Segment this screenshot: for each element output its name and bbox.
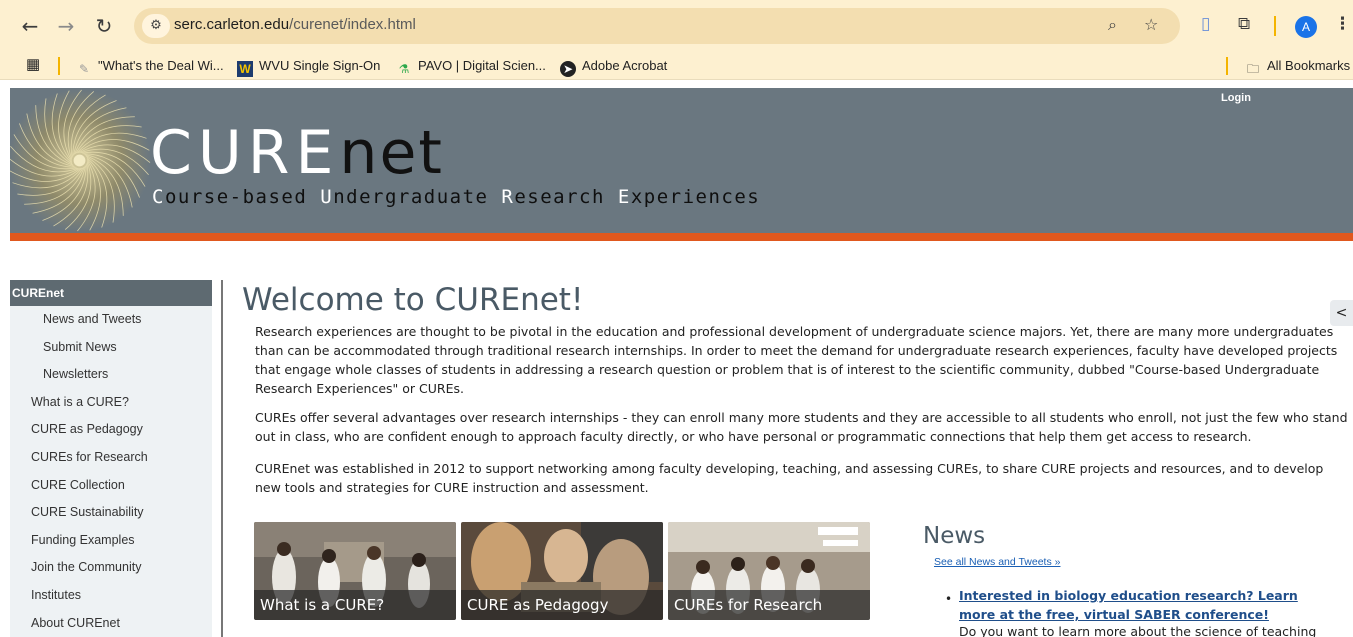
bookmark-item-1[interactable]: W WVU Single Sign-On (237, 58, 380, 77)
tile-caption: CURE as Pedagogy (461, 590, 663, 620)
tile-cure-as-pedagogy[interactable]: CURE as Pedagogy (461, 522, 663, 620)
history-paragraph: CUREnet was established in 2012 to suppo… (255, 461, 1324, 495)
sidebar-item-about-curenet[interactable]: About CUREnet (10, 610, 212, 637)
sidebar-divider (221, 280, 223, 637)
sidebar-item-cure-collection[interactable]: CURE Collection (10, 472, 212, 500)
sidebar-item-cure-sustainability[interactable]: CURE Sustainability (10, 499, 212, 527)
news-item-title-link[interactable]: Interested in biology education research… (959, 586, 1329, 624)
bookmark-item-3[interactable]: ➤ Adobe Acrobat (560, 58, 667, 77)
news-item-body: Do you want to learn more about the scie… (959, 624, 1317, 637)
url-path: /curenet/index.html (289, 16, 416, 33)
all-bookmarks-label: All Bookmarks (1267, 58, 1351, 73)
folder-icon: 🗀 (1246, 62, 1259, 76)
tile-caption: CUREs for Research (668, 590, 870, 620)
back-arrow-icon[interactable]: ← (18, 13, 42, 39)
site-info-icon[interactable]: ⚙ (142, 14, 170, 38)
forward-arrow-icon[interactable]: → (54, 13, 78, 39)
sidebar-item-submit-news[interactable]: Submit News (10, 334, 212, 362)
tile-what-is-a-cure[interactable]: What is a CURE? (254, 522, 456, 620)
flask-icon: ⚗ (398, 62, 410, 76)
sidebar-item-newsletters[interactable]: Newsletters (10, 361, 212, 389)
sidebar-heading[interactable]: CUREnet (10, 280, 212, 306)
url-host: serc.carleton.edu (174, 16, 290, 33)
star-bookmark-icon[interactable]: ☆ (1144, 15, 1158, 34)
sidebar-nav: CUREnet News and Tweets Submit News Newsle… (10, 280, 212, 637)
sidebar-item-news-and-tweets[interactable]: News and Tweets (10, 306, 212, 334)
sidebar-item-funding-examples[interactable]: Funding Examples (10, 527, 212, 555)
bookmark-label: PAVO | Digital Scien... (418, 58, 546, 73)
sidebar-item-join-the-community[interactable]: Join the Community (10, 554, 212, 582)
kebab-menu-icon[interactable]: ⋮ (1334, 14, 1351, 34)
sidebar-item-cure-as-pedagogy[interactable]: CURE as Pedagogy (10, 416, 212, 444)
document-extension-icon[interactable]: ▯ (1201, 14, 1210, 34)
sidebar-item-cures-for-research[interactable]: CUREs for Research (10, 444, 212, 472)
toolbar-divider (1274, 16, 1276, 36)
bookmarks-bar: ▦ ✎ "What's the Deal Wi... W WVU Single Si… (0, 52, 1353, 80)
brand-cure-text: CURE (150, 118, 340, 188)
page-title: Welcome to CUREnet! (242, 282, 584, 318)
url-text[interactable]: serc.carleton.edu/curenet/index.html (174, 16, 416, 33)
bookmark-item-0[interactable]: ✎ "What's the Deal Wi... (76, 58, 224, 77)
bookmark-label: "What's the Deal Wi... (98, 58, 224, 73)
brand-net-text: net (339, 118, 444, 188)
accent-bar (10, 233, 1353, 241)
wvu-logo-icon: W (237, 61, 253, 77)
bookmarks-divider-right (1226, 57, 1228, 75)
news-heading: News (923, 523, 986, 549)
reload-icon[interactable]: ↻ (92, 13, 116, 39)
sidebar-item-institutes[interactable]: Institutes (10, 582, 212, 610)
sidebar-list: News and Tweets Submit News Newsletters Wha… (10, 306, 212, 637)
pen-nib-icon: ✎ (78, 62, 90, 76)
tile-cures-for-research[interactable]: CUREs for Research (668, 522, 870, 620)
see-all-news-link[interactable]: See all News and Tweets » (934, 556, 1060, 568)
advantages-paragraph: CUREs offer several advantages over rese… (255, 410, 1348, 444)
intro-paragraph: Research experiences are thought to be p… (255, 324, 1338, 396)
bookmarks-divider (58, 57, 60, 75)
address-bar[interactable]: ⚙ serc.carleton.edu/curenet/index.html ⌕… (134, 8, 1180, 44)
sidebar-item-what-is-a-cure[interactable]: What is a CURE? (10, 389, 212, 417)
spiral-logo-icon[interactable] (10, 88, 153, 233)
acrobat-icon: ➤ (560, 61, 576, 77)
profile-avatar[interactable]: A (1295, 16, 1317, 38)
tile-caption: What is a CURE? (254, 590, 456, 620)
bookmark-label: WVU Single Sign-On (259, 58, 381, 73)
all-bookmarks-button[interactable]: 🗀 All Bookmarks (1245, 58, 1350, 77)
browser-toolbar: ← → ↻ ⚙ serc.carleton.edu/curenet/index.… (0, 0, 1353, 52)
brand-wordmark[interactable]: CUREnet (150, 118, 444, 188)
bookmark-label: Adobe Acrobat (582, 58, 668, 73)
zoom-icon[interactable]: ⌕ (1108, 15, 1117, 35)
news-bullet: • (945, 592, 953, 606)
bookmark-item-2[interactable]: ⚗ PAVO | Digital Scien... (396, 58, 546, 77)
apps-grid-icon[interactable]: ▦ (26, 55, 40, 73)
extensions-puzzle-icon[interactable]: ⧉ (1238, 14, 1250, 34)
brand-subtitle: Course-based Undergraduate Research Expe… (152, 186, 761, 208)
login-link[interactable]: Login (1221, 92, 1251, 104)
site-banner: CUREnet Course-based Undergraduate Resea… (10, 88, 1353, 233)
